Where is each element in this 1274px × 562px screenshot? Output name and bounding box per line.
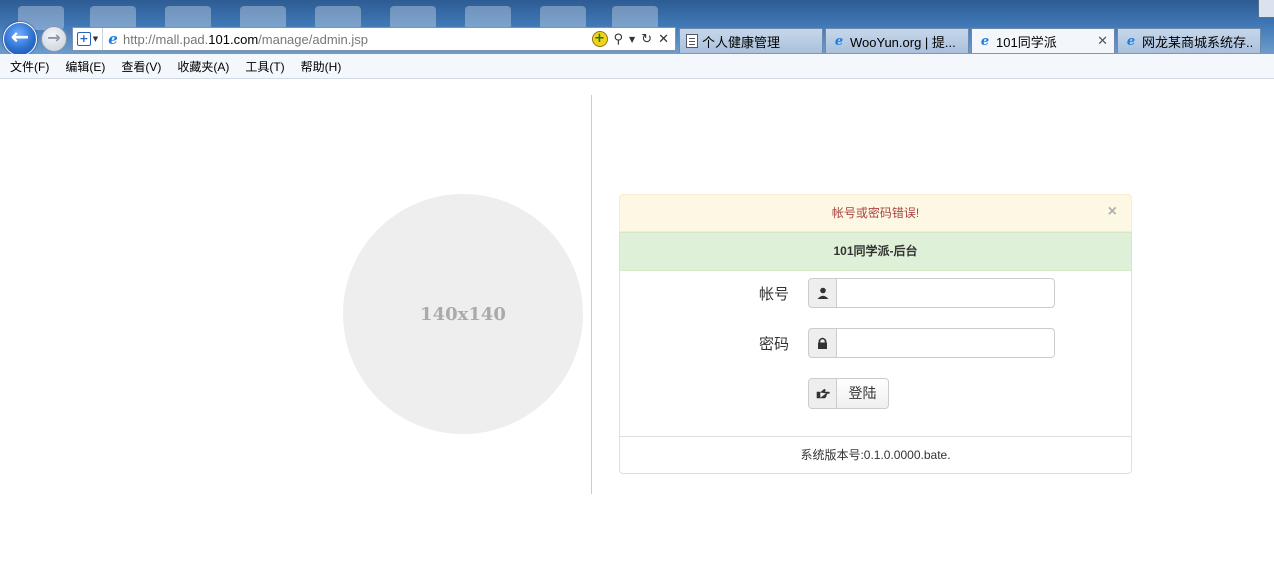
arrow-right-icon: → <box>47 28 61 47</box>
menu-bar: 文件(F) 编辑(E) 查看(V) 收藏夹(A) 工具(T) 帮助(H) <box>0 54 1274 79</box>
panel-title: 101同学派-后台 <box>620 233 1131 271</box>
chevron-down-icon: ▼ <box>92 35 99 43</box>
tab-wooyun[interactable]: e WooYun.org | 提... <box>825 28 969 53</box>
placeholder-text: 140x140 <box>420 303 506 325</box>
tab-label: 网龙某商城系统存... <box>1142 34 1254 50</box>
logo-placeholder-image: 140x140 <box>343 194 583 434</box>
login-panel: 101同学派-后台 帐号 密码 登陆 系统版本号:0.1.0.0000.bate… <box>619 232 1132 474</box>
menu-favorites[interactable]: 收藏夹(A) <box>177 58 229 75</box>
ie-logo-icon: e <box>834 33 844 49</box>
tab-label: 个人健康管理 <box>702 34 781 50</box>
compatibility-view-button[interactable]: + ▼ <box>73 28 103 50</box>
menu-file[interactable]: 文件(F) <box>10 58 49 75</box>
window-control-button[interactable] <box>1258 0 1274 18</box>
ie-logo-icon: e <box>980 33 990 49</box>
stop-icon[interactable]: ✕ <box>658 32 669 47</box>
forward-button[interactable]: → <box>41 26 67 52</box>
password-input-group <box>808 328 1055 358</box>
alert-message: 帐号或密码错误! <box>831 206 920 220</box>
address-bar[interactable]: + ▼ e http://mall.pad.101.com/manage/admi… <box>72 27 676 51</box>
ie-logo-icon: e <box>108 30 118 48</box>
error-alert: 帐号或密码错误! × <box>619 194 1132 232</box>
vertical-divider <box>591 95 592 494</box>
menu-help[interactable]: 帮助(H) <box>301 58 342 75</box>
url-text[interactable]: http://mall.pad.101.com/manage/admin.jsp <box>123 32 592 47</box>
tab-label: 101同学派 <box>996 34 1057 50</box>
ie-logo-icon: e <box>1126 33 1136 49</box>
add-on-plus-icon[interactable]: + <box>591 31 608 47</box>
password-input[interactable] <box>836 328 1055 358</box>
close-icon[interactable]: × <box>1108 195 1117 229</box>
version-text: 系统版本号:0.1.0.0000.bate. <box>800 448 951 462</box>
tab-close-icon[interactable]: ✕ <box>1097 33 1108 49</box>
account-input[interactable] <box>836 278 1055 308</box>
login-button-label: 登陆 <box>837 379 888 408</box>
login-button[interactable]: 登陆 <box>808 378 889 409</box>
tab-mall[interactable]: e 网龙某商城系统存... <box>1117 28 1261 53</box>
browser-window: ← → + ▼ e http://mall.pad.101.com/manage/… <box>0 0 1274 562</box>
password-label: 密码 <box>759 336 790 353</box>
menu-view[interactable]: 查看(V) <box>121 58 161 75</box>
version-footer: 系统版本号:0.1.0.0000.bate. <box>620 436 1131 473</box>
refresh-icon[interactable]: ↻ <box>641 32 652 47</box>
tab-101-active[interactable]: e 101同学派 ✕ <box>971 28 1115 53</box>
search-icon[interactable]: ⚲ <box>614 32 624 47</box>
menu-tools[interactable]: 工具(T) <box>245 58 284 75</box>
tab-label: WooYun.org | 提... <box>850 34 956 50</box>
arrow-left-icon: ← <box>10 25 30 50</box>
compat-plus-icon: + <box>76 32 91 46</box>
account-input-group <box>808 278 1055 308</box>
dropdown-icon[interactable]: ▼ <box>629 35 635 44</box>
lock-icon <box>808 328 836 358</box>
hand-pointer-icon <box>809 379 837 408</box>
page-icon <box>686 34 698 48</box>
tab-health[interactable]: 个人健康管理 <box>679 28 823 53</box>
tab-strip: 个人健康管理 e WooYun.org | 提... e 101同学派 ✕ e … <box>679 28 1263 53</box>
back-button[interactable]: ← <box>3 22 37 56</box>
user-icon <box>808 278 836 308</box>
menu-edit[interactable]: 编辑(E) <box>65 58 105 75</box>
account-label: 帐号 <box>759 286 790 303</box>
